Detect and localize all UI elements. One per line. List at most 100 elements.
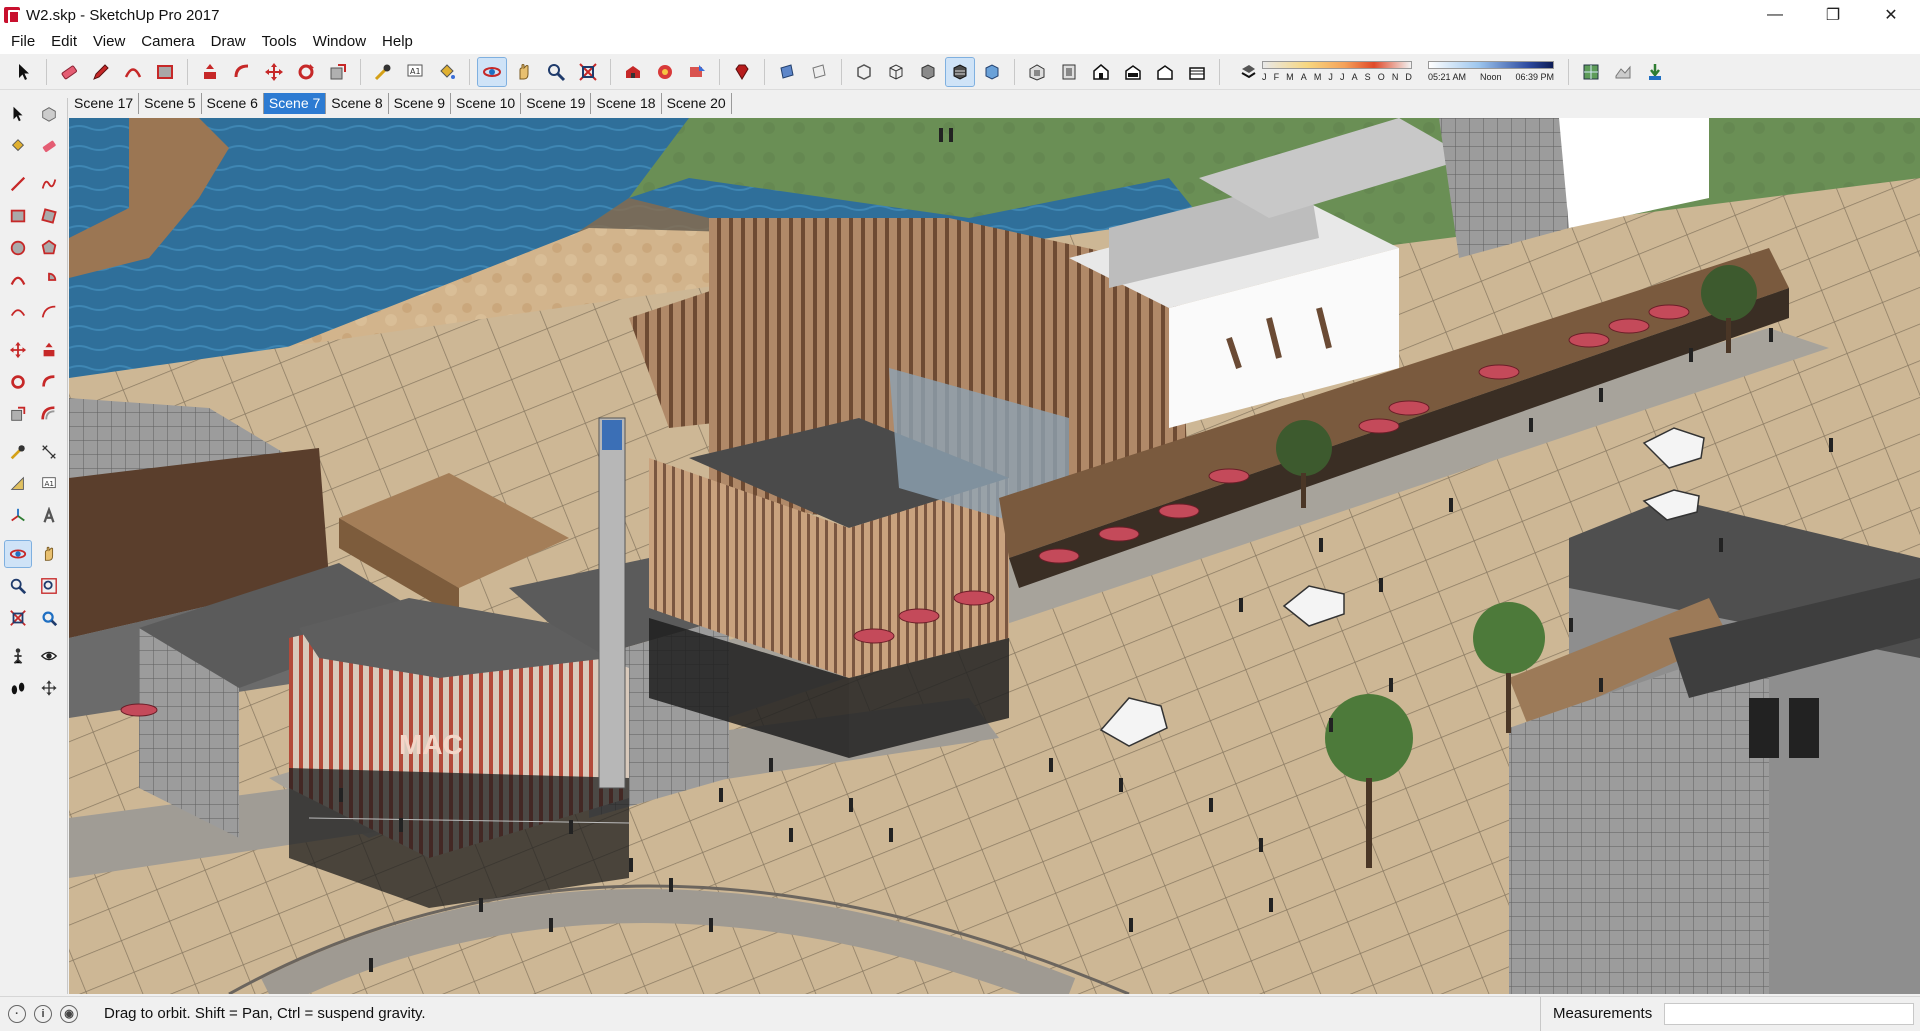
menu-help[interactable]: Help [374, 30, 421, 54]
3d-text-icon[interactable] [36, 503, 62, 529]
scene-tab[interactable]: Scene 19 [521, 92, 592, 114]
pencil-icon[interactable] [87, 58, 115, 86]
zoom-window-icon[interactable] [36, 573, 62, 599]
scene-tab[interactable]: Scene 18 [591, 92, 662, 114]
warehouse-icon[interactable] [619, 58, 647, 86]
right-view-icon[interactable] [1119, 58, 1147, 86]
move-icon[interactable] [5, 337, 31, 363]
follow-me-icon[interactable] [36, 369, 62, 395]
left-view-icon[interactable] [1183, 58, 1211, 86]
paint-bucket-icon[interactable] [433, 58, 461, 86]
pie-icon[interactable] [36, 267, 62, 293]
arc-icon[interactable] [5, 267, 31, 293]
offset-icon[interactable] [36, 401, 62, 427]
pan-icon[interactable] [36, 541, 62, 567]
select-icon[interactable] [10, 58, 38, 86]
orbit-icon[interactable] [3, 540, 32, 568]
move-icon[interactable] [260, 58, 288, 86]
geo-location-icon[interactable]: · [8, 1004, 26, 1023]
position-camera-icon[interactable] [5, 643, 31, 669]
freehand-icon[interactable] [36, 171, 62, 197]
section-plane-icon[interactable] [36, 675, 62, 701]
add-location-icon[interactable] [1577, 58, 1605, 86]
rotate-icon[interactable] [292, 58, 320, 86]
back-view-icon[interactable] [1151, 58, 1179, 86]
select-icon[interactable] [5, 101, 31, 127]
eraser-icon[interactable] [55, 58, 83, 86]
close-button[interactable]: ✕ [1862, 0, 1920, 30]
follow-me-icon[interactable] [228, 58, 256, 86]
textured-icon[interactable] [945, 56, 975, 87]
ruby-icon[interactable] [728, 58, 756, 86]
menu-file[interactable]: File [3, 30, 43, 54]
scene-tab[interactable]: Scene 5 [139, 92, 202, 114]
two-point-arc-icon[interactable] [5, 299, 31, 325]
text-icon[interactable]: A1 [36, 471, 62, 497]
menu-window[interactable]: Window [305, 30, 374, 54]
model-viewport[interactable]: MAC [69, 118, 1920, 994]
extension-warehouse-icon[interactable] [651, 58, 679, 86]
protractor-icon[interactable] [5, 471, 31, 497]
section-display-icon[interactable] [805, 58, 833, 86]
scene-tab[interactable]: Scene 8 [326, 92, 389, 114]
xray-icon[interactable] [850, 58, 878, 86]
push-pull-icon[interactable] [196, 58, 224, 86]
section-plane-icon[interactable] [773, 58, 801, 86]
polygon-icon[interactable] [36, 235, 62, 261]
top-view-icon[interactable] [1055, 58, 1083, 86]
iso-view-icon[interactable] [1023, 58, 1051, 86]
rectangle-icon[interactable] [151, 58, 179, 86]
walk-icon[interactable] [5, 675, 31, 701]
rotate-icon[interactable] [5, 369, 31, 395]
measurements-input[interactable] [1664, 1003, 1914, 1025]
circle-icon[interactable] [5, 235, 31, 261]
dimension-icon[interactable] [36, 439, 62, 465]
scene-tab[interactable]: Scene 10 [451, 92, 522, 114]
three-point-arc-icon[interactable] [36, 299, 62, 325]
menu-draw[interactable]: Draw [203, 30, 254, 54]
rectangle-icon[interactable] [5, 203, 31, 229]
maximize-button[interactable]: ❐ [1804, 0, 1862, 30]
push-pull-icon[interactable] [36, 337, 62, 363]
user-account-icon[interactable]: ◉ [60, 1004, 78, 1023]
pan-icon[interactable] [510, 58, 538, 86]
get-photo-icon[interactable] [1641, 58, 1669, 86]
monochrome-icon[interactable] [978, 58, 1006, 86]
shadows-icon[interactable] [1234, 57, 1262, 85]
scene-tab[interactable]: Scene 9 [388, 92, 452, 114]
eraser-icon[interactable] [36, 133, 62, 159]
axes-icon[interactable] [5, 503, 31, 529]
menu-camera[interactable]: Camera [133, 30, 202, 54]
info-icon[interactable]: i [34, 1004, 52, 1023]
line-icon[interactable] [5, 171, 31, 197]
shadow-time-slider[interactable] [1428, 60, 1554, 69]
tape-measure-icon[interactable] [5, 439, 31, 465]
rotated-rectangle-icon[interactable] [36, 203, 62, 229]
share-model-icon[interactable] [683, 58, 711, 86]
shadow-month-slider[interactable] [1262, 60, 1412, 69]
menu-edit[interactable]: Edit [43, 30, 85, 54]
paint-bucket-icon[interactable] [5, 133, 31, 159]
shaded-icon[interactable] [914, 58, 942, 86]
tape-measure-icon[interactable] [369, 58, 397, 86]
scale-icon[interactable] [324, 58, 352, 86]
scene-tab-active[interactable]: Scene 7 [263, 92, 327, 114]
zoom-extents-icon[interactable] [574, 58, 602, 86]
text-icon[interactable]: A1 [401, 58, 429, 86]
orbit-icon[interactable] [477, 56, 507, 87]
minimize-button[interactable]: — [1746, 0, 1804, 30]
zoom-extents-icon[interactable] [5, 605, 31, 631]
zoom-icon[interactable] [542, 58, 570, 86]
zoom-icon[interactable] [5, 573, 31, 599]
look-around-icon[interactable] [36, 643, 62, 669]
scene-tab[interactable]: Scene 20 [661, 92, 732, 114]
wireframe-icon[interactable] [882, 58, 910, 86]
component-icon[interactable] [36, 101, 62, 127]
menu-view[interactable]: View [85, 30, 133, 54]
scene-tab[interactable]: Scene 6 [201, 92, 264, 114]
toggle-terrain-icon[interactable] [1609, 58, 1637, 86]
scale-icon[interactable] [5, 401, 31, 427]
scene-tab[interactable]: Scene 17 [69, 92, 140, 114]
menu-tools[interactable]: Tools [254, 30, 305, 54]
front-view-icon[interactable] [1087, 58, 1115, 86]
